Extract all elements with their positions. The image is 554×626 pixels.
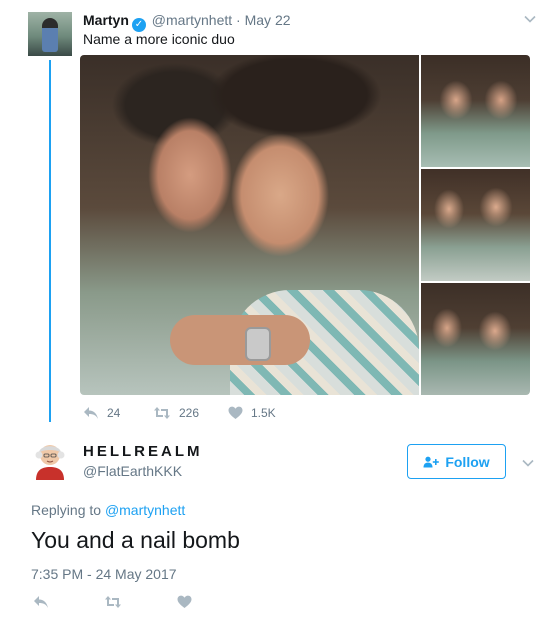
like-count: 1.5K — [251, 406, 276, 420]
photo-thumb-2[interactable] — [421, 169, 530, 281]
photo-grid — [80, 55, 530, 395]
author-name[interactable]: HELLREALM — [83, 443, 203, 461]
parent-tweet-header: Martyn ✓ @martynhett · May 22 — [83, 11, 291, 32]
reply-icon — [84, 407, 98, 419]
retweet-icon — [154, 407, 170, 419]
photo-watch-detail — [245, 327, 271, 361]
thread-connector-line — [49, 60, 51, 422]
follow-label: Follow — [445, 453, 490, 470]
tweet-timestamp[interactable]: 7:35 PM - 24 May 2017 — [31, 565, 177, 583]
add-user-icon — [423, 456, 440, 468]
replying-to-link[interactable]: @martynhett — [105, 502, 185, 518]
reply-icon — [34, 596, 48, 608]
reply-count: 24 — [107, 406, 121, 420]
tweet-date[interactable]: May 22 — [245, 12, 291, 28]
tweet-text: You and a nail bomb — [31, 527, 240, 553]
author-handle[interactable]: @martynhett — [152, 12, 232, 28]
chevron-down-icon[interactable] — [523, 12, 537, 26]
parent-tweet-actions: 24 226 1.5K — [83, 403, 276, 423]
heart-icon — [177, 595, 192, 608]
avatar-illustration — [35, 445, 65, 480]
reply-action[interactable]: 24 — [83, 406, 153, 420]
retweet-action[interactable] — [104, 595, 122, 609]
photo-thumb-3[interactable] — [421, 283, 530, 395]
replying-to: Replying to @martynhett — [31, 501, 185, 519]
photo-main[interactable] — [80, 55, 419, 395]
avatar-martyn[interactable] — [28, 12, 72, 56]
reply-action[interactable] — [33, 595, 49, 609]
avatar-hellrealm[interactable] — [30, 440, 70, 480]
header-separator: · — [236, 12, 241, 28]
chevron-down-icon[interactable] — [521, 456, 535, 470]
author-handle[interactable]: @FlatEarthKKK — [83, 462, 182, 480]
retweet-icon — [105, 596, 121, 608]
like-action[interactable] — [177, 595, 192, 609]
avatar-figure — [42, 18, 58, 52]
photo-arm-detail — [170, 315, 310, 365]
like-action[interactable]: 1.5K — [228, 406, 276, 420]
photo-thumb-1[interactable] — [421, 55, 530, 167]
replying-prefix: Replying to — [31, 502, 102, 518]
follow-button[interactable]: Follow — [407, 444, 506, 479]
parent-tweet-text: Name a more iconic duo — [83, 31, 235, 47]
retweet-action[interactable]: 226 — [153, 406, 228, 420]
author-name[interactable]: Martyn — [83, 12, 129, 28]
parent-tweet[interactable]: Martyn ✓ @martynhett · May 22 Name a more… — [0, 0, 554, 422]
retweet-count: 226 — [179, 406, 200, 420]
heart-icon — [228, 406, 243, 419]
